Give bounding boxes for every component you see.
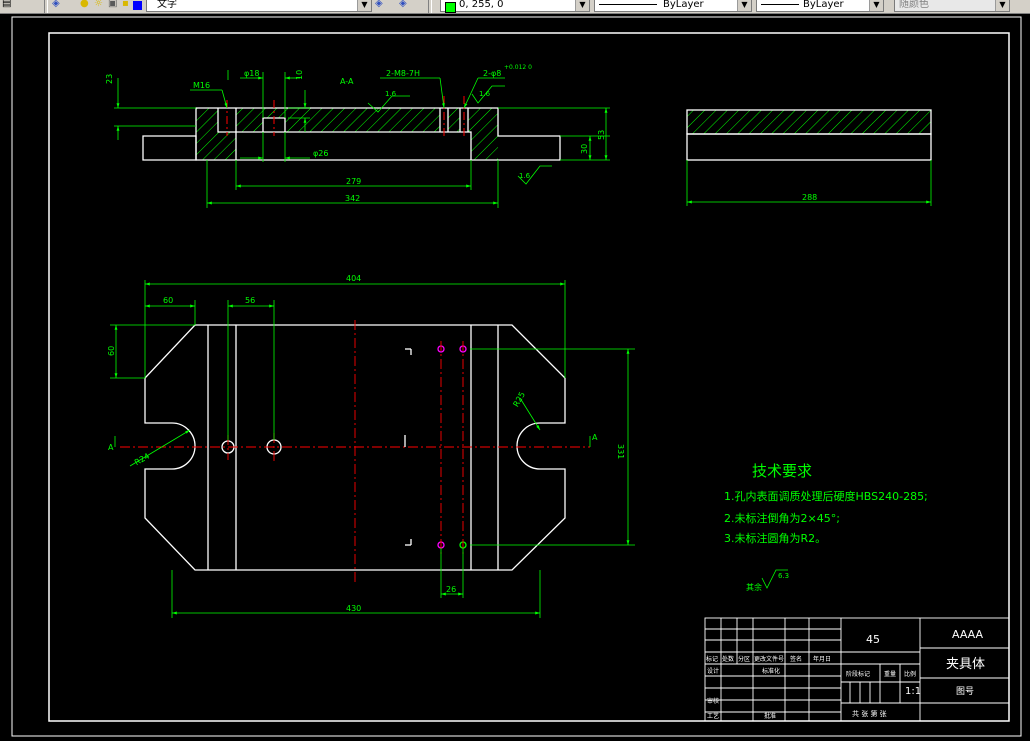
title-block-texts: 45 AAAA 夹具体 1:1 图号 阶段标记 重量 比例 共 张 第 张 标记…	[706, 628, 985, 720]
chevron-down-icon[interactable]: ▼	[357, 0, 371, 11]
lineweight-value: ByLayer	[803, 0, 844, 10]
rev-label-1: 处数	[722, 655, 734, 663]
other-roughness-value: 6.3	[778, 572, 789, 580]
dim-phi18: φ18	[244, 69, 259, 78]
plot-icon[interactable]: ▪	[122, 0, 132, 12]
lock-icon[interactable]: ▣	[108, 0, 118, 12]
layer-color-swatch	[133, 1, 142, 10]
dim-279: 279	[346, 177, 361, 186]
tech-req-line-2: 2.未标注倒角为2×45°;	[724, 511, 840, 525]
dim-phi26: φ26	[313, 149, 328, 158]
rev-label-3: 更改文件号	[754, 655, 784, 663]
dim-430: 430	[346, 604, 361, 613]
chevron-down-icon[interactable]: ▼	[575, 0, 589, 11]
process-label: 工艺	[707, 712, 719, 720]
dim-30: 30	[580, 144, 589, 154]
dim-26: 26	[446, 585, 456, 594]
roughness-1: 1.6	[385, 90, 397, 98]
technical-requirements: 技术要求 1.孔内表面调质处理后硬度HBS240-285; 2.未标注倒角为2×…	[724, 462, 928, 592]
approve-label: 批准	[764, 712, 776, 720]
chevron-down-icon[interactable]: ▼	[737, 0, 751, 11]
section-mark: A-A	[340, 77, 354, 86]
rev-label-2: 分区	[738, 655, 750, 663]
chevron-down-icon[interactable]: ▼	[995, 0, 1009, 11]
linetype-preview	[599, 4, 657, 5]
dim-56: 56	[245, 296, 255, 305]
lineweight-dropdown[interactable]: ByLayer ▼	[756, 0, 884, 12]
scale-value: 1:1	[905, 686, 921, 697]
linetype-value: ByLayer	[663, 0, 704, 10]
make-current-icon[interactable]: ◈	[375, 0, 393, 12]
front-left-ear	[142, 135, 197, 161]
scale-label: 比例	[904, 670, 916, 678]
drawing-number: 图号	[956, 686, 974, 697]
side-view: 288	[686, 109, 932, 206]
dim-tolerance: +0.012 0	[504, 64, 532, 71]
dim-288: 288	[802, 193, 817, 202]
chevron-down-icon[interactable]: ▼	[869, 0, 883, 11]
tech-req-title: 技术要求	[752, 462, 812, 480]
lineweight-preview	[761, 4, 799, 5]
rev-label-0: 标记	[706, 655, 718, 663]
dim-342: 342	[345, 194, 360, 203]
drawing-canvas[interactable]: 23 M16 φ18 10 A-A 2-M8-7H 2-φ8 +0.012 0 …	[0, 14, 1030, 741]
linetype-dropdown[interactable]: ByLayer ▼	[594, 0, 752, 12]
roughness-2: 1.6	[479, 90, 491, 98]
standard-label: 标准化	[762, 667, 780, 675]
color-value: 0, 255, 0	[459, 0, 504, 10]
sheet-label: 共 张 第 张	[852, 709, 887, 718]
layer-manager-icon[interactable]: ▤	[2, 0, 14, 12]
company-name: AAAA	[952, 628, 983, 641]
roughness-3: 1.6	[519, 172, 531, 180]
layers-icon[interactable]: ◈	[52, 0, 70, 12]
part-name: 夹具体	[946, 657, 985, 672]
tech-req-line-1: 1.孔内表面调质处理后硬度HBS240-285;	[724, 489, 928, 503]
layer-name: 文字	[157, 0, 177, 10]
front-recess	[236, 132, 471, 160]
layer-dropdown[interactable]: 文字 ▼	[146, 0, 372, 12]
weight-label: 重量	[884, 670, 896, 678]
sun-icon[interactable]: ☼	[94, 0, 104, 12]
plotstyle-dropdown[interactable]: 随颜色 ▼	[894, 0, 1010, 12]
design-label: 设计	[707, 667, 719, 675]
rev-label-4: 签名	[790, 655, 802, 663]
tech-req-line-3: 3.未标注圆角为R2。	[724, 531, 826, 545]
dim-60-vertical: 60	[107, 346, 116, 356]
dim-2-phi8: 2-φ8	[483, 69, 501, 78]
review-label: 审核	[707, 697, 719, 705]
dim-m16: M16	[193, 81, 210, 90]
section-a-left: A	[108, 443, 114, 452]
dim-404: 404	[346, 274, 361, 283]
dim-53: 53	[597, 130, 606, 140]
material: 45	[866, 633, 880, 646]
dim-23: 23	[105, 74, 114, 84]
bulb-icon[interactable]: ●	[80, 0, 90, 12]
properties-toolbar: ▤ ◈ ● ☼ ▣ ▪ 文字 ▼ ◈ ◈ 0, 255, 0 ▼ ByLayer…	[0, 0, 1030, 14]
stage-label: 阶段标记	[846, 670, 870, 678]
section-a-right: A	[592, 433, 598, 442]
dim-10: 10	[295, 70, 304, 80]
dim-60: 60	[163, 296, 173, 305]
color-dropdown[interactable]: 0, 255, 0 ▼	[440, 0, 590, 13]
color-swatch	[445, 2, 456, 13]
other-roughness-label: 其余	[746, 582, 762, 592]
rev-label-5: 年月日	[813, 655, 831, 663]
layer-previous-icon[interactable]: ◈	[399, 0, 417, 12]
dim-331: 331	[616, 444, 625, 459]
dim-2-m8: 2-M8-7H	[386, 69, 420, 78]
plotstyle-value: 随颜色	[899, 0, 929, 10]
dim-r24: R24	[133, 452, 151, 468]
front-view	[142, 96, 561, 161]
